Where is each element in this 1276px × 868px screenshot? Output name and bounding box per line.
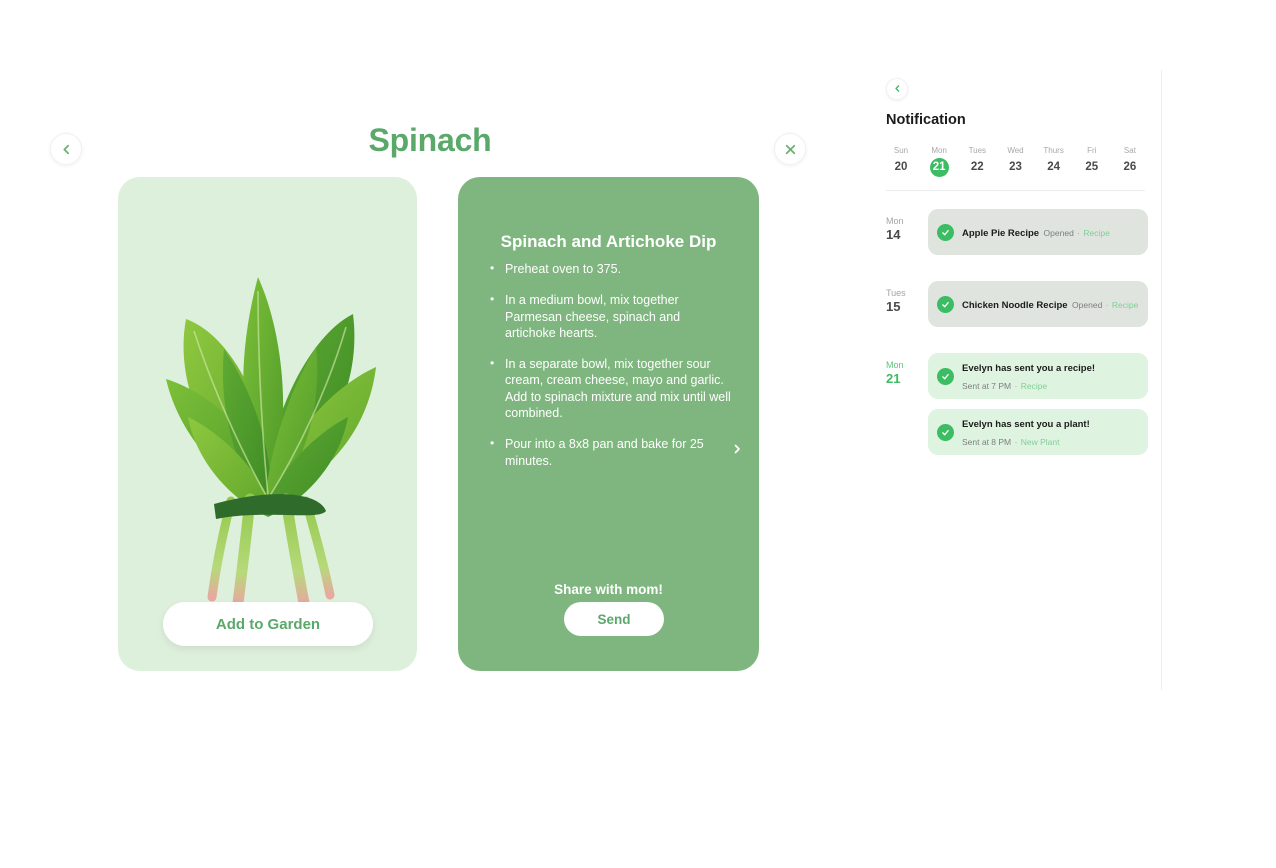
notification-headline: Apple Pie Recipe [962, 228, 1040, 239]
group-day-number: 14 [886, 227, 901, 242]
notification-item[interactable]: Chicken Noodle Recipe Opened · Recipe [928, 281, 1148, 327]
week-day-thurs[interactable]: Thurs 24 [1039, 145, 1069, 177]
day-name: Sun [893, 146, 909, 155]
notification-status: Sent at 8 PM [962, 437, 1012, 447]
week-day-wed[interactable]: Wed 23 [1000, 145, 1030, 177]
day-number: 23 [1009, 161, 1022, 173]
notification-headline: Evelyn has sent you a recipe! [962, 363, 1096, 374]
day-number: 22 [970, 161, 984, 173]
add-to-garden-button[interactable]: Add to Garden [163, 602, 373, 646]
notification-tag[interactable]: New Plant [1021, 437, 1060, 447]
notification-text: Evelyn has sent you a plant! Sent at 8 P… [962, 414, 1148, 450]
day-number: 24 [1047, 161, 1061, 173]
day-number: 25 [1085, 161, 1099, 173]
notification-meta: Opened · Recipe [1044, 228, 1110, 238]
day-name: Mon [931, 146, 947, 155]
recipe-step: Preheat oven to 375. [488, 260, 733, 277]
notification-pane: Notification Sun 20 Mon 21 Tues 22 Wed 2… [886, 78, 1148, 481]
plant-image-card: Add to Garden [118, 177, 417, 671]
group-date: Tues 15 [886, 281, 928, 337]
plant-detail-pane: Spinach Add to Garden Spinach and Artich… [0, 0, 860, 868]
notification-tag[interactable]: Recipe [1021, 381, 1047, 391]
week-day-sat[interactable]: Sat 26 [1115, 145, 1145, 177]
notification-item[interactable]: Apple Pie Recipe Opened · Recipe [928, 209, 1148, 255]
day-number: 26 [1123, 161, 1137, 173]
notification-text: Chicken Noodle Recipe Opened · Recipe [962, 295, 1138, 313]
group-day-number: 21 [886, 371, 901, 386]
check-circle-icon [937, 223, 954, 241]
day-name: Fri [1087, 146, 1097, 155]
notification-status: Opened [1072, 300, 1103, 310]
notification-meta: Opened · Recipe [1072, 300, 1138, 310]
notification-tag[interactable]: Recipe [1112, 300, 1138, 310]
notification-status: Sent at 7 PM [962, 381, 1012, 391]
group-day-number: 15 [886, 299, 901, 314]
day-name: Wed [1007, 146, 1024, 155]
day-name: Thurs [1043, 146, 1064, 155]
meta-separator: · [1012, 381, 1020, 391]
notification-meta: Sent at 7 PM · Recipe [962, 381, 1047, 391]
notification-group: Tues 15 Chicken Noodle Recipe Opened · R… [886, 281, 1148, 337]
chevron-left-icon [893, 80, 902, 98]
notification-tag[interactable]: Recipe [1083, 228, 1109, 238]
group-day-name: Mon [886, 216, 904, 226]
group-date: Mon 21 [886, 353, 928, 465]
group-date: Mon 14 [886, 209, 928, 265]
week-strip: Sun 20 Mon 21 Tues 22 Wed 23 Thurs 24 Fr… [886, 145, 1148, 177]
meta-separator: · [1012, 437, 1020, 447]
notification-groups: Mon 14 Apple Pie Recipe Opened · Recipe … [886, 209, 1148, 465]
recipe-step: Pour into a 8x8 pan and bake for 25 minu… [488, 435, 733, 469]
group-day-name: Mon [886, 360, 904, 370]
week-strip-divider [886, 190, 1145, 191]
day-number: 21 [929, 158, 949, 177]
group-day-name: Tues [886, 288, 906, 298]
recipe-step: In a medium bowl, mix together Parmesan … [488, 291, 733, 341]
group-cards: Apple Pie Recipe Opened · Recipe [928, 209, 1148, 265]
recipe-steps-list: Preheat oven to 375. In a medium bowl, m… [488, 260, 733, 484]
notification-text: Apple Pie Recipe Opened · Recipe [962, 223, 1110, 241]
notification-text: Evelyn has sent you a recipe! Sent at 7 … [962, 358, 1148, 394]
notification-meta: Sent at 8 PM · New Plant [962, 437, 1059, 447]
send-button[interactable]: Send [564, 602, 664, 636]
page-title: Spinach [368, 122, 492, 158]
notification-item[interactable]: Evelyn has sent you a plant! Sent at 8 P… [928, 409, 1148, 455]
pane-divider [1161, 70, 1162, 690]
day-name: Tues [968, 146, 987, 155]
notification-headline: Evelyn has sent you a plant! [962, 419, 1090, 430]
week-day-fri[interactable]: Fri 25 [1077, 145, 1107, 177]
notification-status: Opened [1043, 228, 1074, 238]
notification-headline: Chicken Noodle Recipe [962, 300, 1068, 311]
check-circle-icon [937, 423, 954, 441]
spinach-bunch-photo [166, 277, 376, 613]
day-number: 20 [894, 161, 908, 173]
recipe-card: Spinach and Artichoke Dip Preheat oven t… [458, 177, 759, 671]
check-circle-icon [937, 367, 954, 385]
notification-item[interactable]: Evelyn has sent you a recipe! Sent at 7 … [928, 353, 1148, 399]
meta-separator: · [1074, 228, 1083, 238]
share-label: Share with mom! [554, 582, 663, 597]
recipe-step: In a separate bowl, mix together sour cr… [488, 355, 733, 421]
app-root: Spinach Add to Garden Spinach and Artich… [0, 0, 1276, 868]
notification-group: Mon 14 Apple Pie Recipe Opened · Recipe [886, 209, 1148, 265]
week-day-mon[interactable]: Mon 21 [924, 145, 954, 177]
check-circle-icon [937, 295, 954, 313]
chevron-right-icon [731, 442, 743, 460]
week-day-sun[interactable]: Sun 20 [886, 145, 916, 177]
meta-separator: · [1103, 300, 1111, 310]
notification-title: Notification [886, 112, 966, 128]
notification-group: Mon 21 Evelyn has sent you a recipe! Sen… [886, 353, 1148, 465]
group-cards: Chicken Noodle Recipe Opened · Recipe [928, 281, 1148, 337]
group-cards: Evelyn has sent you a recipe! Sent at 7 … [928, 353, 1148, 465]
next-recipe-button[interactable] [725, 439, 749, 463]
week-day-tues[interactable]: Tues 22 [962, 145, 992, 177]
recipe-title: Spinach and Artichoke Dip [500, 232, 717, 251]
day-name: Sat [1123, 146, 1136, 155]
notification-back-button[interactable] [886, 78, 908, 100]
